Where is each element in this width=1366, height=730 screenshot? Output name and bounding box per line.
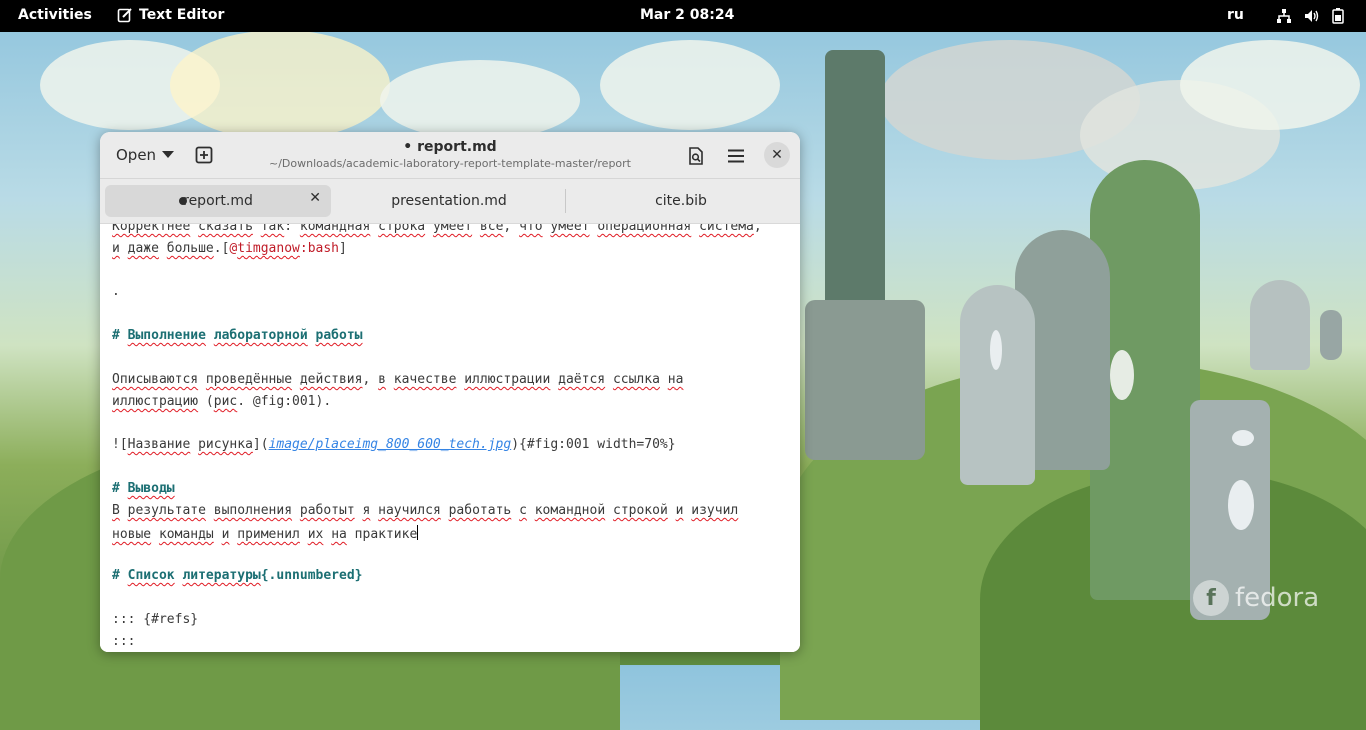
top-bar: Activities Text Editor Mar 2 08:24 ru [0, 0, 1366, 32]
text-line: ::: {#refs} [112, 612, 199, 627]
close-window-button[interactable]: ✕ [764, 142, 790, 168]
volume-icon [1305, 10, 1319, 22]
text-line: и даже больше.[@timganow:bash] [112, 241, 347, 256]
battery-icon [1332, 8, 1344, 24]
chevron-down-icon [162, 151, 175, 158]
app-name: Text Editor [139, 7, 225, 23]
app-menu[interactable]: Text Editor [117, 7, 224, 23]
document-properties-button[interactable] [685, 145, 707, 167]
text-editor-icon [117, 8, 132, 23]
document-title: report.md [417, 139, 497, 155]
tab-label: presentation.md [391, 193, 507, 209]
tab-separator [565, 189, 566, 213]
fedora-logo-text: fedora [1235, 583, 1320, 613]
document-search-icon [689, 147, 703, 165]
open-button-label: Open [116, 146, 157, 164]
text-line: ![Название рисунка](image/placeimg_800_6… [112, 437, 676, 452]
close-icon: ✕ [771, 147, 783, 163]
system-tray[interactable] [1276, 8, 1344, 24]
modified-indicator: • [403, 139, 413, 155]
tab-label: report.md [183, 193, 253, 209]
text-line: . [112, 284, 120, 299]
text-line: Описываются проведённые действия, в каче… [112, 372, 684, 387]
text-view[interactable]: Корректнее сказать так: командная строка… [100, 224, 800, 652]
tab-label: cite.bib [655, 193, 707, 209]
document-path: ~/Downloads/academic-laboratory-report-t… [268, 157, 631, 170]
text-line: # Список литературы{.unnumbered} [112, 568, 363, 583]
activities-button[interactable]: Activities [18, 7, 92, 23]
tab-report-md[interactable]: report.md ✕ [105, 185, 331, 217]
tab-bar: report.md ✕ presentation.md cite.bib [100, 179, 800, 224]
text-editor-window: Open • report.md ~/Downloads/academic-la… [100, 132, 800, 652]
fedora-logo-icon: f [1193, 580, 1229, 616]
network-icon [1277, 9, 1291, 23]
clock[interactable]: Mar 2 08:24 [640, 7, 734, 23]
tab-cite-bib[interactable]: cite.bib [567, 185, 795, 217]
tab-presentation-md[interactable]: presentation.md [333, 185, 565, 217]
open-button[interactable]: Open [108, 140, 182, 170]
text-line: новые команды и применил их на практике [112, 525, 419, 542]
text-line: # Выполнение лабораторной работы [112, 328, 363, 343]
close-tab-icon[interactable]: ✕ [309, 190, 321, 206]
fedora-logo: f fedora [1193, 580, 1319, 616]
text-cursor [417, 525, 419, 540]
text-line: ::: [112, 634, 136, 649]
main-menu-button[interactable] [725, 145, 747, 167]
keyboard-layout-indicator[interactable]: ru [1227, 7, 1244, 23]
hamburger-menu-icon [728, 149, 744, 163]
text-line: В результате выполнения работыт я научил… [112, 503, 739, 518]
header-bar: Open • report.md ~/Downloads/academic-la… [100, 132, 800, 179]
new-document-icon [195, 146, 213, 164]
text-line: иллюстрацию (рис. @fig:001). [112, 394, 332, 409]
unsaved-dot-icon [179, 197, 187, 205]
window-title: • report.md ~/Downloads/academic-laborat… [250, 139, 650, 170]
text-line: # Выводы [112, 481, 175, 496]
text-line: Корректнее сказать так: командная строка… [112, 224, 762, 234]
new-tab-button[interactable] [192, 141, 216, 169]
